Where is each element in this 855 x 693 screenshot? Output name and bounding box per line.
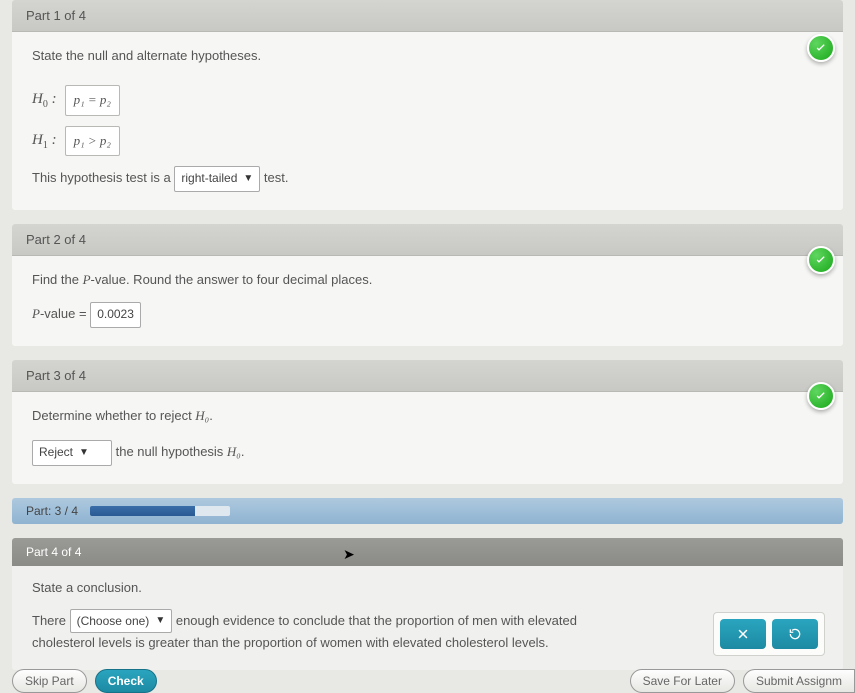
tail-text-pre: This hypothesis test is a bbox=[32, 170, 171, 185]
part-4-header: Part 4 of 4 bbox=[12, 538, 843, 566]
check-icon bbox=[807, 34, 835, 62]
progress-track bbox=[90, 506, 230, 516]
reject-post: the null hypothesis H₀. bbox=[116, 444, 245, 459]
check-button[interactable]: Check bbox=[95, 669, 157, 693]
pvalue-input[interactable]: 0.0023 bbox=[90, 302, 141, 327]
h0-box[interactable]: p₁ = p₂ bbox=[65, 85, 120, 116]
part-3: Part 3 of 4 Determine whether to reject … bbox=[12, 360, 843, 484]
part-2-header: Part 2 of 4 bbox=[12, 224, 843, 256]
part-4-prompt: State a conclusion. bbox=[32, 580, 823, 595]
close-icon bbox=[736, 627, 750, 641]
chevron-down-icon: ▼ bbox=[155, 613, 165, 628]
tail-select[interactable]: right-tailed ▼ bbox=[174, 166, 260, 191]
pvalue-label: P bbox=[32, 306, 40, 321]
conclusion-select[interactable]: (Choose one) ▼ bbox=[70, 609, 173, 633]
part-1-prompt: State the null and alternate hypotheses. bbox=[32, 46, 823, 67]
save-for-later-button[interactable]: Save For Later bbox=[630, 669, 735, 693]
part-1: Part 1 of 4 State the null and alternate… bbox=[12, 0, 843, 210]
part-3-prompt: Determine whether to reject H₀. bbox=[32, 406, 823, 427]
progress-label: Part: 3 / 4 bbox=[26, 504, 78, 518]
chevron-down-icon: ▼ bbox=[79, 445, 89, 461]
submit-assignment-button[interactable]: Submit Assignm bbox=[743, 669, 855, 693]
check-icon bbox=[807, 246, 835, 274]
reject-select[interactable]: Reject ▼ bbox=[32, 440, 112, 465]
action-group bbox=[713, 612, 825, 656]
h1-box[interactable]: p₁ > p₂ bbox=[65, 126, 120, 157]
progress-fill bbox=[90, 506, 195, 516]
skip-part-button[interactable]: Skip Part bbox=[12, 669, 87, 693]
footer-bar: Skip Part Check Save For Later Submit As… bbox=[12, 670, 855, 692]
part-2-prompt: Find the P-value. Round the answer to fo… bbox=[32, 270, 823, 291]
progress-bar: Part: 3 / 4 bbox=[12, 498, 843, 524]
refresh-icon bbox=[788, 627, 802, 641]
part-1-header: Part 1 of 4 bbox=[12, 0, 843, 32]
chevron-down-icon: ▼ bbox=[243, 171, 253, 187]
h1-label: H1 : bbox=[32, 128, 57, 154]
check-icon bbox=[807, 382, 835, 410]
part-3-header: Part 3 of 4 bbox=[12, 360, 843, 392]
conclusion-text: There (Choose one) ▼ enough evidence to … bbox=[32, 609, 642, 653]
reset-button[interactable] bbox=[772, 619, 818, 649]
tail-text-post: test. bbox=[264, 170, 289, 185]
part-4: Part 4 of 4 State a conclusion. There (C… bbox=[12, 538, 843, 671]
h0-label: H0 : bbox=[32, 87, 57, 113]
part-2: Part 2 of 4 Find the P-value. Round the … bbox=[12, 224, 843, 346]
clear-button[interactable] bbox=[720, 619, 766, 649]
